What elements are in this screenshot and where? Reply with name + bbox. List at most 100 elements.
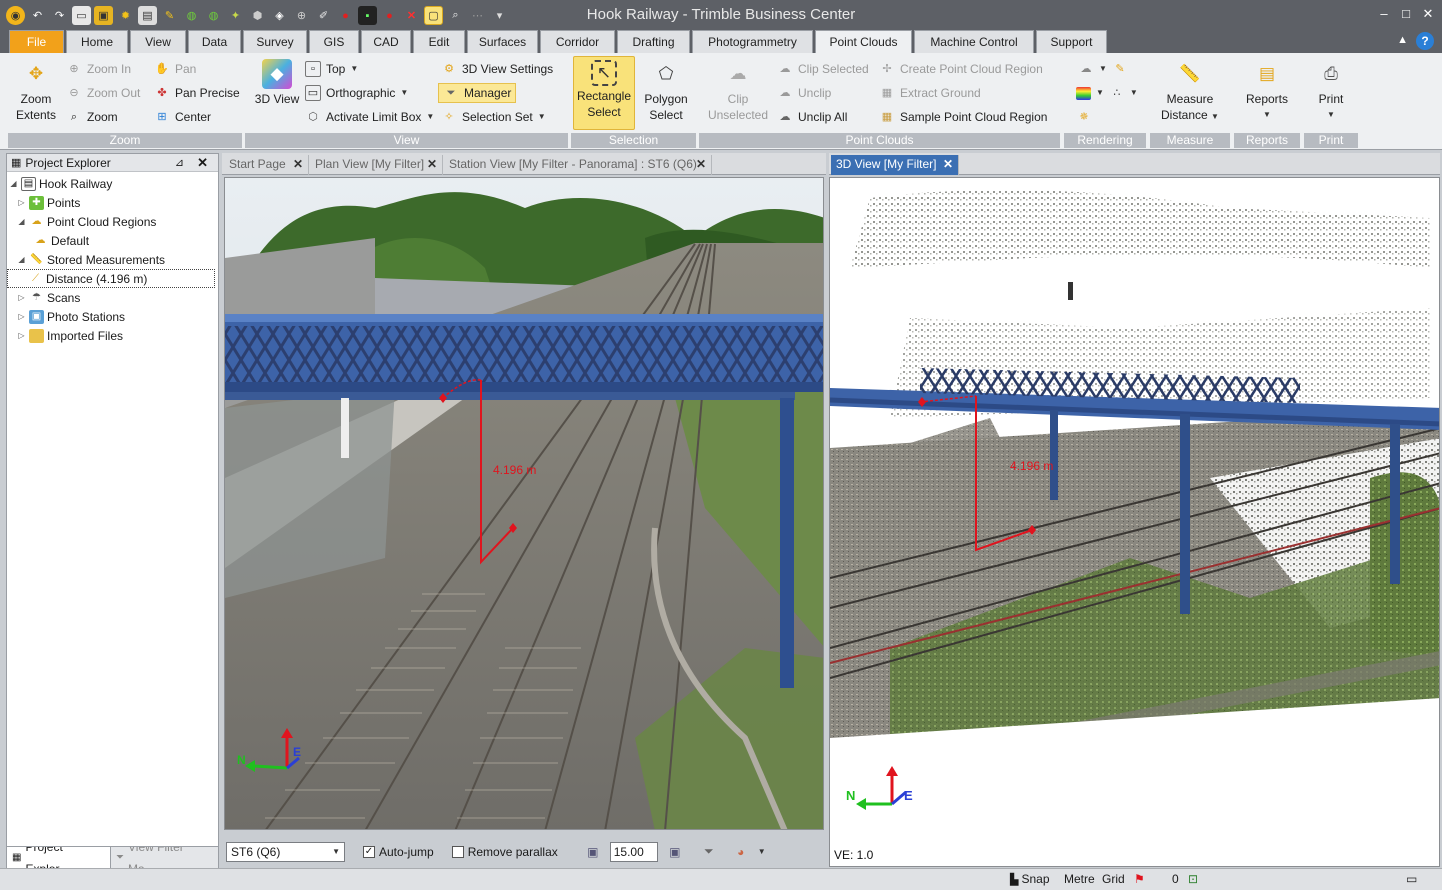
tree-node-points[interactable]: ▷ ✚ Points [7, 193, 218, 212]
unclip-all-button[interactable]: ☁ Unclip All [777, 107, 848, 127]
tab-edit[interactable]: Edit [413, 30, 465, 53]
status-panel-icon[interactable]: ▭ [1406, 872, 1417, 886]
chevron-down-icon[interactable]: ▼ [758, 847, 766, 856]
unclip-button[interactable]: ☁ Unclip [777, 83, 832, 103]
cloud-render-button[interactable]: ☁ ▼ ✎ [1078, 59, 1128, 79]
tree-node-default[interactable]: ☁ Default [7, 231, 218, 250]
expand-arrow-icon[interactable]: ▷ [17, 293, 26, 302]
collapse-arrow-icon[interactable]: ◢ [17, 217, 26, 226]
minimize-button[interactable]: – [1376, 6, 1392, 22]
tab-point-clouds[interactable]: Point Clouds [815, 30, 912, 53]
tab-project-explorer[interactable]: ▦ Project Explor... [7, 847, 111, 869]
maximize-button[interactable]: □ [1398, 6, 1414, 22]
rectangle-select-button[interactable]: ↖ Rectangle Select [573, 56, 635, 130]
expand-arrow-icon[interactable]: ▷ [17, 312, 26, 321]
polygon-select-button[interactable]: ⬠ Polygon Select [637, 59, 695, 123]
clip-unselected-button[interactable]: ☁ Clip Unselected [703, 59, 773, 123]
close-tab-icon[interactable]: ✕ [696, 155, 706, 174]
activate-limit-box-button[interactable]: ⬡ Activate Limit Box ▼ [305, 107, 434, 127]
tab-surfaces[interactable]: Surfaces [467, 30, 538, 53]
tree-node-imported-files[interactable]: ▷ Imported Files [7, 326, 218, 345]
collapse-ribbon-icon[interactable]: ▲ [1397, 34, 1408, 46]
auto-jump-checkbox[interactable]: ✓ Auto-jump [363, 845, 434, 859]
reports-button[interactable]: ▤ Reports ▼ [1236, 59, 1298, 123]
tree-node-scans[interactable]: ▷ ☂ Scans [7, 288, 218, 307]
3d-view-viewport[interactable]: 4.196 m N E VE: 1.0 [829, 177, 1440, 867]
tree-node-stored[interactable]: ◢ 📏 Stored Measurements [7, 250, 218, 269]
tab-cad[interactable]: CAD [361, 30, 411, 53]
close-tab-icon[interactable]: ✕ [943, 155, 953, 174]
tree-node-regions[interactable]: ◢ ☁ Point Cloud Regions [7, 212, 218, 231]
value-input[interactable]: 15.00 [609, 841, 658, 862]
pin-icon[interactable]: ⊿ [175, 156, 184, 169]
create-region-button[interactable]: ✢ Create Point Cloud Region [879, 59, 1042, 79]
paint-bucket-icon[interactable]: ◕ [732, 843, 750, 861]
expand-arrow-icon[interactable]: ▷ [17, 198, 26, 207]
selection-icon[interactable]: ⊡ [1188, 872, 1198, 886]
cloud-clip-icon: ☁ [729, 64, 747, 83]
clip-selected-icon: ☁ [779, 63, 791, 75]
units-indicator[interactable]: Metre [1064, 872, 1095, 886]
tab-drafting[interactable]: Drafting [617, 30, 690, 53]
selection-set-button[interactable]: ✧ Selection Set ▼ [441, 107, 545, 127]
filter-funnel-icon[interactable]: ⏷ [700, 843, 718, 861]
extract-ground-button[interactable]: ▦ Extract Ground [879, 83, 981, 103]
sample-region-button[interactable]: ▦ Sample Point Cloud Region [879, 107, 1048, 127]
clip-selected-button[interactable]: ☁ Clip Selected [777, 59, 869, 79]
tab-view-filter-manager[interactable]: ⏷ View Filter Ma... [111, 847, 218, 869]
tab-photogrammetry[interactable]: Photogrammetry [692, 30, 813, 53]
tab-file[interactable]: File [9, 30, 64, 53]
remove-parallax-checkbox[interactable]: Remove parallax [451, 845, 558, 859]
expand-arrow-icon[interactable]: ▷ [17, 331, 26, 340]
center-button[interactable]: ⊞ Center [154, 107, 211, 127]
help-icon[interactable]: ? [1416, 32, 1434, 50]
pan-button[interactable]: ✋ Pan [154, 59, 196, 79]
zoom-button[interactable]: ⌕ Zoom [66, 107, 118, 127]
collapse-arrow-icon[interactable]: ◢ [9, 179, 18, 188]
collapse-arrow-icon[interactable]: ◢ [17, 255, 26, 264]
explorer-close-icon[interactable]: ✕ [197, 155, 208, 171]
snap-toggle[interactable]: ▙ Snap [1010, 872, 1050, 886]
tab-survey[interactable]: Survey [243, 30, 307, 53]
orthographic-button[interactable]: ▭ Orthographic ▼ [305, 83, 408, 103]
pan-precise-button[interactable]: ✤ Pan Precise [154, 83, 239, 103]
flag-icon[interactable]: ⚑ [1134, 872, 1145, 886]
station-axis-e: E [293, 745, 301, 759]
tree-node-photo-stations[interactable]: ▷ ▣ Photo Stations [7, 307, 218, 326]
zoom-extents-button[interactable]: ✥ Zoom Extents [10, 59, 62, 123]
measure-distance-button[interactable]: 📏 Measure Distance ▼ [1152, 59, 1228, 125]
tab-home[interactable]: Home [66, 30, 128, 53]
render-settings-button[interactable]: ✵ [1076, 107, 1092, 127]
top-view-button[interactable]: ▫ Top ▼ [305, 59, 358, 79]
tab-plan-view[interactable]: Plan View [My Filter] ✕ [310, 155, 443, 175]
image-settings-icon[interactable]: ▣ [666, 843, 684, 861]
tab-corridor[interactable]: Corridor [540, 30, 615, 53]
close-tab-icon[interactable]: ✕ [293, 155, 303, 174]
color-mode-button[interactable]: ▼ ∴ ▼ [1076, 83, 1138, 103]
ribbon: ✥ Zoom Extents ⊕ Zoom In ⊖ Zoom Out ⌕ Zoom … [0, 53, 1442, 150]
tab-gis[interactable]: GIS [309, 30, 359, 53]
polygon-select-icon: ⬠ [658, 64, 674, 83]
station-view-panorama[interactable]: 4.196 m N E [224, 177, 824, 830]
close-tab-icon[interactable]: ✕ [427, 155, 437, 174]
tab-3d-view[interactable]: 3D View [My Filter] ✕ [831, 155, 959, 175]
3d-view-button[interactable]: ◆ 3D View [249, 59, 305, 107]
tab-start-page[interactable]: Start Page ✕ [224, 155, 309, 175]
tab-machine-control[interactable]: Machine Control [914, 30, 1034, 53]
close-button[interactable]: ✕ [1420, 6, 1436, 22]
tree-node-distance[interactable]: ⟋ Distance (4.196 m) [7, 269, 215, 288]
tab-data[interactable]: Data [188, 30, 241, 53]
manager-button[interactable]: ⏷ Manager [438, 83, 517, 103]
zoom-out-button[interactable]: ⊖ Zoom Out [66, 83, 140, 103]
grid-toggle[interactable]: Grid [1102, 872, 1125, 886]
group-title-measure: Measure [1150, 133, 1230, 148]
tree-node-project[interactable]: ◢ ▤ Hook Railway [7, 174, 218, 193]
station-select[interactable]: ST6 (Q6) ▼ [226, 841, 345, 862]
camera-icon[interactable]: ▣ [584, 843, 602, 861]
print-button[interactable]: ⎙ Print ▼ [1306, 59, 1356, 123]
tab-station-view[interactable]: Station View [My Filter - Panorama] : ST… [444, 155, 712, 175]
tab-support[interactable]: Support [1036, 30, 1107, 53]
3d-view-settings-button[interactable]: ⚙ 3D View Settings [441, 59, 553, 79]
zoom-in-button[interactable]: ⊕ Zoom In [66, 59, 131, 79]
tab-view[interactable]: View [130, 30, 186, 53]
